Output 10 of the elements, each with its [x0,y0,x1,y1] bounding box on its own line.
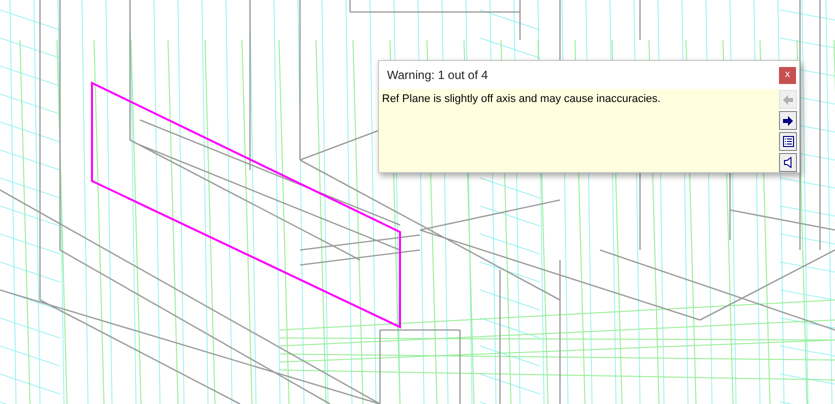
list-icon [782,136,794,147]
close-button[interactable]: x [779,66,796,84]
expand-button[interactable] [779,153,797,172]
speaker-icon [784,157,792,168]
next-button[interactable] [779,111,797,130]
dialog-title: Warning: 1 out of 4 [387,67,488,84]
details-button[interactable] [779,132,797,151]
right-arrow-icon [783,116,793,126]
warning-message: Ref Plane is slightly off axis and may cause inaccuracies. [381,92,662,107]
left-arrow-icon [783,94,793,104]
